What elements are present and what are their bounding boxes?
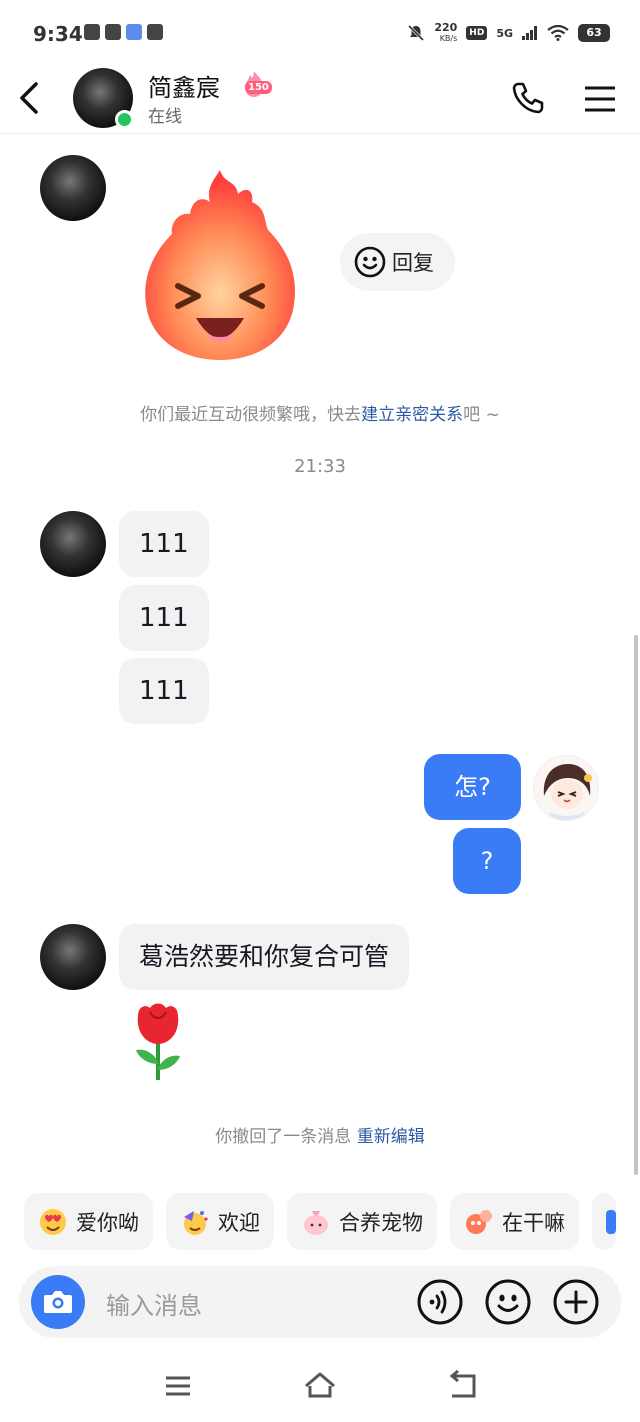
quick-reply-more[interactable]	[592, 1193, 616, 1250]
re-edit-link[interactable]: 重新编辑	[357, 1127, 425, 1147]
status-right: 220 KB/s HD 5G 63	[407, 22, 610, 44]
message-bubble-incoming[interactable]: 111	[119, 658, 209, 724]
quick-reply-welcome[interactable]: 欢迎	[166, 1193, 274, 1250]
camera-icon	[44, 1291, 72, 1313]
anime-avatar-image	[534, 756, 598, 820]
signal-icon	[522, 26, 537, 40]
quick-reply-label: 爱你呦	[76, 1210, 139, 1235]
net-speed-unit: KB/s	[439, 34, 458, 43]
message-input-bar: 输入消息	[19, 1266, 621, 1338]
time-divider: 21:33	[294, 456, 346, 477]
battery-indicator: 63	[578, 24, 610, 42]
net-speed-value: 220	[434, 21, 458, 34]
chat-header: 简鑫宸 150 在线	[0, 66, 640, 134]
voice-message-button[interactable]	[416, 1278, 464, 1326]
chat-bubble-emoji-icon	[466, 1209, 492, 1234]
gift-icon	[84, 24, 100, 40]
system-navigation-bar	[0, 1360, 640, 1422]
scrollbar[interactable]	[634, 635, 638, 1175]
quick-reply-label: 在干嘛	[502, 1210, 565, 1235]
hd-badge: HD	[466, 26, 488, 40]
contact-avatar-small[interactable]	[40, 924, 106, 990]
more-chip-icon	[606, 1209, 616, 1234]
party-emoji-icon	[184, 1210, 208, 1235]
camera-button[interactable]	[31, 1275, 85, 1329]
reply-button[interactable]: 回复	[340, 233, 455, 291]
more-menu-button[interactable]	[582, 84, 618, 114]
app-notification-icon	[126, 24, 142, 40]
hint-prefix: 你们最近互动很频繁哦，快去	[140, 405, 362, 425]
quick-reply-pet[interactable]: 合养宠物	[287, 1193, 437, 1250]
network-label: 5G	[496, 26, 513, 40]
intimacy-hint: 你们最近互动很频繁哦，快去建立亲密关系吧 ~	[0, 400, 640, 425]
quick-reply-love[interactable]: 爱你呦	[24, 1193, 153, 1250]
smile-icon	[354, 246, 386, 278]
hint-suffix: 吧 ~	[463, 405, 500, 425]
pet-egg-icon	[304, 1210, 328, 1235]
emoji-button[interactable]	[484, 1278, 532, 1326]
reply-label: 回复	[392, 251, 434, 275]
contact-avatar-small[interactable]	[40, 155, 106, 221]
message-bubble-outgoing[interactable]: ?	[453, 828, 521, 894]
notification-icons	[84, 24, 163, 40]
fire-face-sticker[interactable]	[140, 168, 300, 368]
presence-status: 在线	[148, 107, 182, 127]
heart-eyes-emoji-icon	[40, 1208, 66, 1235]
rose-emoji[interactable]	[128, 1002, 188, 1082]
mute-bell-icon	[408, 24, 425, 42]
back-button[interactable]	[14, 80, 44, 116]
streak-badge[interactable]: 150	[240, 70, 272, 98]
bag-icon	[147, 24, 163, 40]
quick-replies: 爱你呦 欢迎 合养宠物 在干嘛	[24, 1193, 616, 1251]
message-bubble-outgoing[interactable]: 怎?	[424, 754, 521, 820]
recall-notice: 你撤回了一条消息 重新编辑	[0, 1122, 640, 1147]
status-bar: 9:34 220 KB/s HD 5G 63	[0, 0, 640, 66]
message-bubble-incoming[interactable]: 111	[119, 585, 209, 651]
back-nav-button[interactable]	[444, 1370, 480, 1402]
message-bubble-incoming[interactable]: 111	[119, 511, 209, 577]
online-indicator	[115, 110, 134, 129]
streak-count: 150	[245, 81, 272, 94]
tiktok-icon	[105, 24, 121, 40]
message-bubble-incoming[interactable]: 葛浩然要和你复合可管	[119, 924, 410, 990]
home-button[interactable]	[302, 1370, 338, 1402]
status-time: 9:34	[33, 22, 83, 46]
contact-avatar-small[interactable]	[40, 511, 106, 577]
phone-call-button[interactable]	[510, 80, 546, 116]
contact-name[interactable]: 简鑫宸	[148, 68, 220, 103]
add-attachment-button[interactable]	[552, 1278, 600, 1326]
recall-text: 你撤回了一条消息	[215, 1127, 352, 1147]
quick-reply-label: 合养宠物	[339, 1210, 423, 1235]
quick-reply-label: 欢迎	[218, 1210, 260, 1235]
recent-apps-button[interactable]	[160, 1370, 196, 1402]
build-relationship-link[interactable]: 建立亲密关系	[361, 405, 463, 425]
quick-reply-whatsup[interactable]: 在干嘛	[450, 1193, 579, 1250]
wifi-icon	[547, 25, 569, 41]
my-avatar[interactable]	[533, 755, 599, 821]
net-speed: 220 KB/s	[434, 22, 457, 44]
message-input[interactable]: 输入消息	[106, 1286, 202, 1321]
